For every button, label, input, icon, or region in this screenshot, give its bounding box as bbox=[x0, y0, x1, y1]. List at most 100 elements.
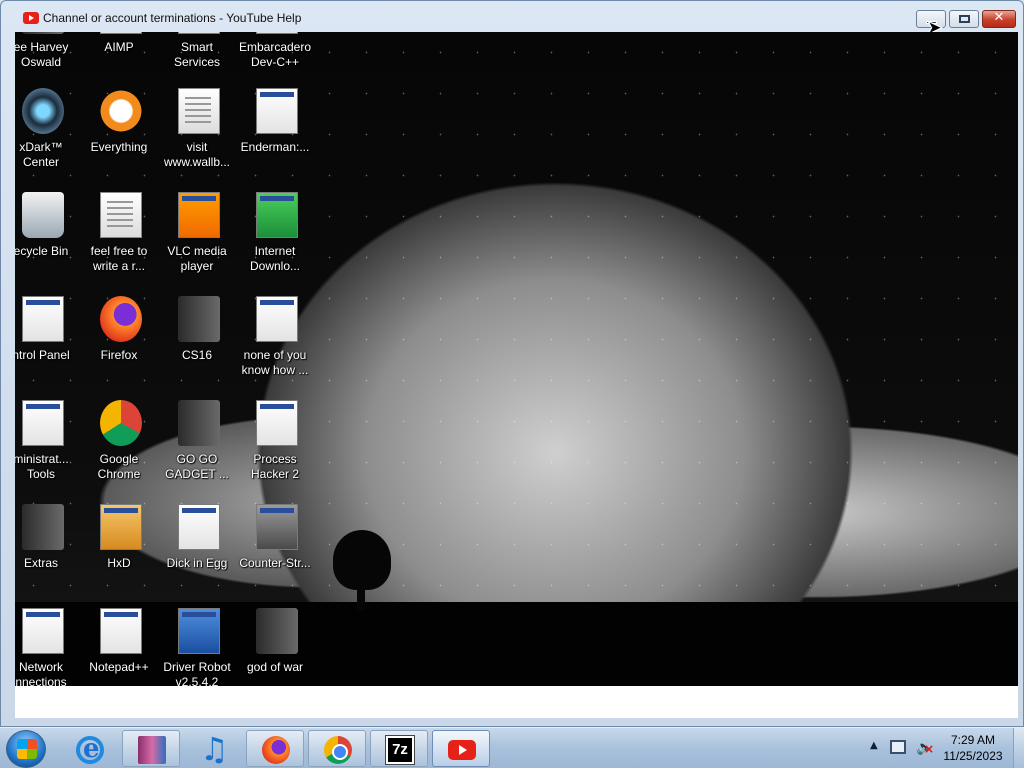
desktop-icon-label: visit www.wallb... bbox=[163, 140, 231, 169]
desktop-icon[interactable]: none of you know how ... bbox=[235, 296, 315, 396]
desktop-icon[interactable]: Internet Downlo... bbox=[235, 192, 315, 292]
desktop-icon[interactable]: ecycle Bin bbox=[15, 192, 81, 292]
desktop-icon[interactable]: VLC media player bbox=[157, 192, 237, 292]
admin-tools-icon bbox=[22, 400, 64, 446]
volume-muted-icon[interactable]: 🔈 bbox=[916, 740, 935, 756]
desktop-icon-label: Notepad++ bbox=[89, 660, 149, 674]
taskbar-item-music-player[interactable] bbox=[184, 730, 242, 768]
network-icon[interactable] bbox=[890, 740, 906, 754]
desktop-icon-label: feel free to write a r... bbox=[90, 244, 148, 273]
aimp-icon bbox=[100, 32, 142, 34]
desktop-icon-label: god of war bbox=[246, 660, 304, 674]
desktop-icon-label: Everything bbox=[90, 140, 148, 154]
desktop-icon[interactable]: Extras bbox=[15, 504, 81, 604]
page-bottom-area bbox=[15, 686, 1018, 718]
internet-explorer-icon bbox=[76, 734, 104, 764]
youtube-icon bbox=[23, 12, 39, 24]
desktop-icon[interactable]: HxD bbox=[79, 504, 159, 604]
start-button[interactable] bbox=[6, 730, 46, 768]
desktop-icon-label: Extras bbox=[23, 556, 58, 570]
desktop-icon-label: ministrat... Tools bbox=[15, 452, 69, 481]
taskbar: 7z ▲ 🔈 7:29 AM 11/25/2023 bbox=[0, 727, 1024, 768]
folder-icon bbox=[256, 608, 298, 654]
vlc-icon bbox=[178, 192, 220, 238]
desktop-icon[interactable]: visit www.wallb... bbox=[157, 88, 237, 188]
folder-icon bbox=[178, 400, 220, 446]
music-icon bbox=[200, 730, 229, 768]
clock-time[interactable]: 7:29 AM bbox=[936, 733, 1010, 747]
desktop-icon-label: Process Hacker 2 bbox=[250, 452, 300, 481]
desktop-icon-label: Enderman:... bbox=[240, 140, 310, 154]
desktop-icon[interactable]: ee Harvey Oswald bbox=[15, 32, 81, 88]
desktop-icon[interactable]: Dick in Egg bbox=[157, 504, 237, 604]
desktop-icon[interactable]: xDark™ Center bbox=[15, 88, 81, 188]
winrar-icon bbox=[138, 736, 166, 764]
youtube-icon bbox=[448, 740, 476, 760]
desktop-icon[interactable]: CS16 bbox=[157, 296, 237, 396]
taskbar-item-youtube[interactable] bbox=[432, 730, 490, 767]
desktop-icon[interactable]: Embarcadero Dev-C++ bbox=[235, 32, 315, 88]
windows-logo-icon bbox=[17, 739, 37, 759]
desktop-icon[interactable]: Everything bbox=[79, 88, 159, 188]
desktop-icon-label: GO GO GADGET ... bbox=[165, 452, 229, 481]
desktop-icon-label: HxD bbox=[107, 556, 131, 570]
desktop-icon[interactable]: ntrol Panel bbox=[15, 296, 81, 396]
xdark-icon bbox=[22, 88, 64, 134]
taskbar-item-internet-explorer[interactable] bbox=[60, 730, 118, 767]
chrome-icon bbox=[324, 736, 352, 764]
firefox-icon bbox=[262, 736, 290, 764]
app-icon bbox=[256, 296, 298, 342]
devcpp-icon bbox=[256, 32, 298, 34]
everything-icon bbox=[100, 88, 142, 134]
window-title: Channel or account terminations - YouTub… bbox=[43, 11, 302, 25]
desktop-icon-label: CS16 bbox=[181, 348, 213, 362]
desktop-icon-label: Smart Services bbox=[173, 40, 220, 69]
wallpaper-tree-trunk bbox=[357, 580, 365, 610]
desktop-icon[interactable]: GO GO GADGET ... bbox=[157, 400, 237, 500]
app-icon bbox=[178, 32, 220, 34]
control-panel-icon bbox=[22, 296, 64, 342]
desktop-icon-label: ecycle Bin bbox=[15, 244, 69, 258]
process-hacker-icon bbox=[256, 400, 298, 446]
desktop-icon[interactable]: Google Chrome bbox=[79, 400, 159, 500]
taskbar-item-firefox[interactable] bbox=[246, 730, 304, 767]
browser-window: Channel or account terminations - YouTub… bbox=[0, 0, 1024, 727]
desktop-icon[interactable]: feel free to write a r... bbox=[79, 192, 159, 292]
window-titlebar[interactable]: Channel or account terminations - YouTub… bbox=[1, 1, 1023, 40]
desktop-icon[interactable]: ministrat... Tools bbox=[15, 400, 81, 500]
desktop-icon[interactable]: Enderman:... bbox=[235, 88, 315, 188]
desktop-icon[interactable]: AIMP bbox=[79, 32, 159, 88]
show-desktop-button[interactable] bbox=[1013, 728, 1024, 768]
desktop-icon-label: Google Chrome bbox=[97, 452, 141, 481]
desktop-icon-label: ntrol Panel bbox=[15, 348, 70, 362]
folder-icon bbox=[178, 296, 220, 342]
folder-icon bbox=[22, 32, 64, 34]
text-file-icon bbox=[100, 192, 142, 238]
desktop-icon-label: Internet Downlo... bbox=[249, 244, 301, 273]
maximize-icon bbox=[959, 15, 970, 23]
driver-robot-icon bbox=[178, 608, 220, 654]
desktop-icon[interactable]: Smart Services bbox=[157, 32, 237, 88]
taskbar-item-7zip[interactable]: 7z bbox=[370, 730, 428, 767]
desktop-icon-label: Dick in Egg bbox=[166, 556, 228, 570]
app-icon bbox=[256, 88, 298, 134]
desktop-icon-label: AIMP bbox=[104, 40, 134, 54]
desktop-icon[interactable]: Process Hacker 2 bbox=[235, 400, 315, 500]
folder-icon bbox=[22, 504, 64, 550]
browser-viewport: ee Harvey Oswald AIMP Smart Services Embarc… bbox=[15, 32, 1018, 718]
clock-date[interactable]: 11/25/2023 bbox=[936, 749, 1010, 763]
desktop-icon-label: none of you know how ... bbox=[241, 348, 309, 377]
close-button[interactable]: ✕ bbox=[982, 10, 1016, 28]
taskbar-item-winrar[interactable] bbox=[122, 730, 180, 767]
counter-strike-icon bbox=[256, 504, 298, 550]
desktop-icon-label: Firefox bbox=[100, 348, 138, 362]
hxd-icon bbox=[100, 504, 142, 550]
app-icon bbox=[178, 504, 220, 550]
desktop-icon[interactable]: Counter-Str... bbox=[235, 504, 315, 604]
desktop-icon[interactable]: Firefox bbox=[79, 296, 159, 396]
show-hidden-icons-chevron[interactable]: ▲ bbox=[870, 740, 878, 751]
chrome-icon bbox=[100, 400, 142, 446]
internet-download-icon bbox=[256, 192, 298, 238]
taskbar-item-chrome[interactable] bbox=[308, 730, 366, 767]
maximize-button[interactable] bbox=[949, 10, 979, 28]
